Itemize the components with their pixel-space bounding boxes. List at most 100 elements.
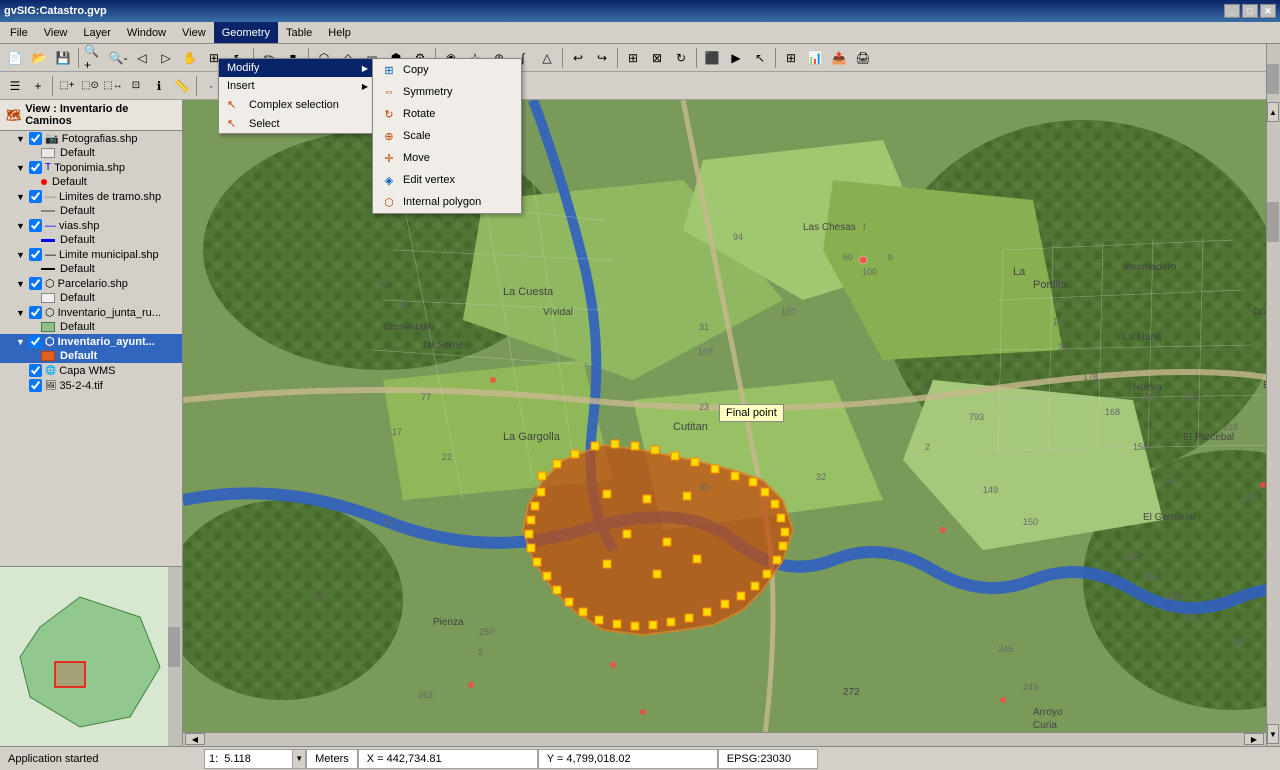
scroll-right-btn[interactable]: ▶	[1244, 733, 1264, 745]
zoom-next-btn[interactable]: ▷	[155, 47, 177, 69]
layer-item-wms[interactable]: 🌐 Capa WMS	[0, 363, 182, 378]
zoom-out-btn[interactable]: 🔍-	[107, 47, 129, 69]
layer-item-inv-junta[interactable]: ▼ ⬡ Inventario_junta_ru...	[0, 305, 182, 320]
layer-toggle-btn[interactable]: ☰	[4, 75, 26, 97]
stop-btn[interactable]: ⬛	[701, 47, 723, 69]
zoom-full-btn[interactable]: ⊡	[125, 75, 147, 97]
menu-file[interactable]: File	[2, 22, 36, 43]
layer-item-limites[interactable]: ▼ — Limites de tramo.shp	[0, 189, 182, 204]
scroll-down-btn[interactable]: ▼	[1267, 724, 1279, 744]
minimap-scrollbar[interactable]	[168, 567, 182, 746]
layer-check-fotografias[interactable]	[29, 132, 42, 145]
layer-item-tif[interactable]: 🖼 35-2-4.tif	[0, 378, 182, 393]
layer-item-limite-municipal[interactable]: ▼ — Limite municipal.shp	[0, 247, 182, 262]
zoom-prev-btn[interactable]: ◁	[131, 47, 153, 69]
submenu-move[interactable]: ✛ Move	[373, 147, 521, 169]
layer-item-toponimia[interactable]: ▼ T Toponimia.shp	[0, 160, 182, 175]
menu-complex-selection[interactable]: ↖ Complex selection	[219, 95, 372, 114]
scroll-left-btn[interactable]: ◀	[185, 733, 205, 745]
expand-inv-ayunt[interactable]: ▼	[16, 337, 26, 347]
layer-default-toponimia[interactable]: Default	[0, 175, 182, 189]
submenu-internal-polygon[interactable]: ⬡ Internal polygon	[373, 191, 521, 213]
minimize-button[interactable]: _	[1224, 4, 1240, 18]
menu-table[interactable]: Table	[278, 22, 320, 43]
maximize-button[interactable]: □	[1242, 4, 1258, 18]
submenu-edit-vertex[interactable]: ◈ Edit vertex	[373, 169, 521, 191]
table-btn[interactable]: ⊞	[780, 47, 802, 69]
layer-default-inv-junta[interactable]: Default	[0, 320, 182, 334]
layer-default-limite[interactable]: Default	[0, 262, 182, 276]
layer-check-wms[interactable]	[29, 364, 42, 377]
layer-check-vias[interactable]	[29, 219, 42, 232]
layer-check-tif[interactable]	[29, 379, 42, 392]
menu-window[interactable]: Window	[119, 22, 174, 43]
scale-input[interactable]	[222, 753, 292, 765]
play-btn[interactable]: ▶	[725, 47, 747, 69]
submenu-scale[interactable]: ⊕ Scale	[373, 125, 521, 147]
scroll-up-btn[interactable]: ▲	[1267, 102, 1279, 122]
add-layer-btn[interactable]: +	[27, 75, 49, 97]
submenu-copy[interactable]: ⊞ Copy	[373, 59, 521, 81]
map-vscrollbar[interactable]: ▲ ▼	[1266, 100, 1280, 746]
menu-view-show[interactable]: View	[36, 22, 76, 43]
layer-item-fotografias[interactable]: ▼ 📷 Fotografias.shp	[0, 131, 182, 146]
expand-inv-junta[interactable]: ▼	[16, 308, 26, 318]
menu-help[interactable]: Help	[320, 22, 359, 43]
expand-limites[interactable]: ▼	[16, 192, 26, 202]
expand-parcelario[interactable]: ▼	[16, 279, 26, 289]
scale-selector[interactable]: 1: ▼	[204, 749, 306, 769]
close-button[interactable]: ✕	[1260, 4, 1276, 18]
map-area[interactable]: La Cuesta Cementario La Serne Vívidal Cu…	[183, 100, 1280, 746]
zoom-in-btn[interactable]: 🔍+	[83, 47, 105, 69]
layer-check-parcelario[interactable]	[29, 277, 42, 290]
map-hscrollbar[interactable]: ◀ ▶	[183, 732, 1266, 746]
layer-check-limites[interactable]	[29, 190, 42, 203]
layer-item-inv-ayunt[interactable]: ▼ ⬡ Inventario_ayunt...	[0, 334, 182, 349]
measure-btn[interactable]: 📏	[171, 75, 193, 97]
layer-default-fotografias[interactable]: Default	[0, 146, 182, 160]
zoom-selection-btn[interactable]: ⬚⊙	[79, 75, 101, 97]
layer-item-parcelario[interactable]: ▼ ⬡ Parcelario.shp	[0, 276, 182, 291]
menu-view[interactable]: View	[174, 22, 214, 43]
submenu-symmetry[interactable]: ⇔ Symmetry	[373, 81, 521, 103]
menu-geometry[interactable]: Geometry	[214, 22, 278, 43]
expand-toponimia[interactable]: ▼	[16, 163, 26, 173]
layer-default-vias[interactable]: Default	[0, 233, 182, 247]
menu-modify[interactable]: Modify	[219, 59, 372, 77]
zoom-window-btn[interactable]: ⬚+	[56, 75, 78, 97]
menu-select[interactable]: ↖ Select	[219, 114, 372, 133]
refresh-btn[interactable]: ↻	[670, 47, 692, 69]
scroll-thumb[interactable]	[168, 627, 180, 667]
layer-default-inv-ayunt[interactable]: Default	[0, 349, 182, 363]
expand-fotografias[interactable]: ▼	[16, 134, 26, 144]
pan-btn[interactable]: ✋	[179, 47, 201, 69]
identify-btn[interactable]: ℹ	[148, 75, 170, 97]
map-vscroll-thumb[interactable]	[1267, 202, 1279, 242]
layer-check-limite[interactable]	[29, 248, 42, 261]
new-btn[interactable]: 📄	[4, 47, 26, 69]
cursor-btn[interactable]: ↖	[749, 47, 771, 69]
export-btn[interactable]: 📤	[828, 47, 850, 69]
layer-default-limites[interactable]: Default	[0, 204, 182, 218]
snapping-btn[interactable]: ⊞	[622, 47, 644, 69]
expand-limite[interactable]: ▼	[16, 250, 26, 260]
save-btn[interactable]: 💾	[52, 47, 74, 69]
expand-vias[interactable]: ▼	[16, 221, 26, 231]
tolerance-btn[interactable]: ⊠	[646, 47, 668, 69]
print-btn[interactable]: 🖨	[852, 47, 874, 69]
layer-check-inv-junta[interactable]	[29, 306, 42, 319]
polygon-btn[interactable]: △	[536, 47, 558, 69]
submenu-rotate[interactable]: ↻ Rotate	[373, 103, 521, 125]
redo-btn[interactable]: ↪	[591, 47, 613, 69]
zoom-layer-btn[interactable]: ⬚↔	[102, 75, 124, 97]
layer-check-inv-ayunt[interactable]	[29, 335, 42, 348]
layer-item-vias[interactable]: ▼ — vias.shp	[0, 218, 182, 233]
menu-insert[interactable]: Insert	[219, 77, 372, 95]
chart-btn[interactable]: 📊	[804, 47, 826, 69]
open-btn[interactable]: 📂	[28, 47, 50, 69]
scale-dropdown-btn[interactable]: ▼	[292, 750, 305, 768]
menu-layer[interactable]: Layer	[75, 22, 119, 43]
layer-check-toponimia[interactable]	[29, 161, 42, 174]
layer-default-parcelario[interactable]: Default	[0, 291, 182, 305]
undo-btn[interactable]: ↩	[567, 47, 589, 69]
